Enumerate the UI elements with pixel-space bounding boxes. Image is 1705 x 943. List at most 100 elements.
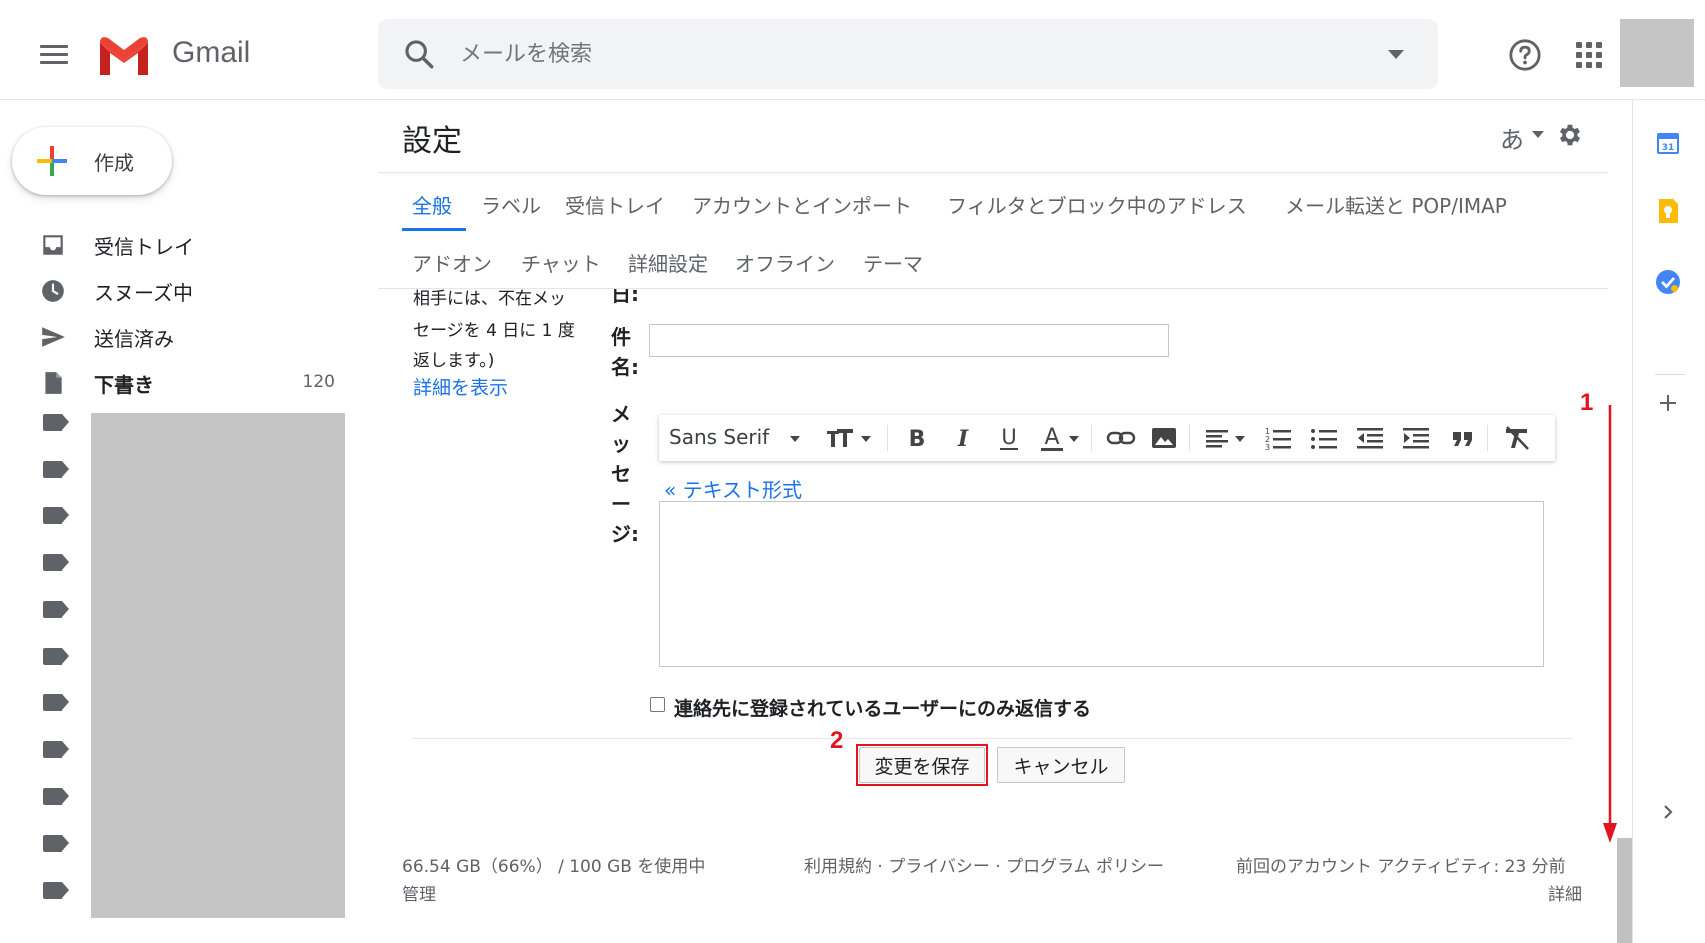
vacation-description-line: セージを 4 日に 1 度: [413, 321, 575, 341]
label-tag-icon[interactable]: [43, 694, 69, 711]
remove-formatting-icon[interactable]: [1501, 423, 1533, 453]
search-input[interactable]: [460, 35, 1340, 73]
footer-links: 利用規約 · プライバシー · プログラム ポリシー: [804, 852, 1164, 877]
label-tag-icon[interactable]: [43, 554, 69, 571]
tab-forwarding-pop-imap[interactable]: メール転送と POP/IMAP: [1285, 190, 1507, 219]
expand-panel-chevron-right-icon[interactable]: [1653, 797, 1683, 827]
label-tag-icon[interactable]: [43, 741, 69, 758]
sidebar-item-label: 受信トレイ: [94, 235, 194, 259]
search-bar: [378, 19, 1438, 89]
sidebar-item-sent[interactable]: 送信済み: [0, 314, 345, 358]
indent-less-icon[interactable]: [1355, 423, 1385, 453]
activity-details-link[interactable]: 詳細: [1548, 880, 1582, 905]
align-icon[interactable]: [1204, 423, 1250, 453]
tab-addons[interactable]: アドオン: [412, 248, 492, 277]
tab-inbox[interactable]: 受信トレイ: [565, 190, 665, 219]
tab-general[interactable]: 全般: [412, 190, 452, 219]
font-size-icon[interactable]: [825, 423, 875, 453]
vacation-description-line: 返します。): [413, 351, 495, 371]
font-family-select[interactable]: Sans Serif: [669, 425, 800, 449]
top-header: Gmail: [0, 0, 1705, 100]
google-apps-grid-icon[interactable]: [1576, 42, 1602, 68]
label-tag-icon[interactable]: [43, 882, 69, 899]
bulleted-list-icon[interactable]: [1309, 423, 1339, 453]
scrollbar-thumb[interactable]: [1617, 838, 1633, 943]
svg-text:31: 31: [1662, 143, 1675, 153]
label-tag-icon[interactable]: [43, 507, 69, 524]
active-tab-indicator: [402, 228, 466, 231]
inbox-icon: [43, 235, 63, 255]
manage-storage-link[interactable]: 管理: [402, 880, 436, 905]
terms-link[interactable]: 利用規約: [804, 857, 872, 877]
search-icon[interactable]: [402, 37, 436, 71]
sidebar-item-label: 下書き: [94, 373, 154, 397]
svg-text:B: B: [909, 427, 926, 452]
sidebar-item-snoozed[interactable]: スヌーズ中: [0, 268, 345, 312]
subject-input[interactable]: [649, 324, 1169, 357]
page-title: 設定: [402, 124, 462, 159]
link-icon[interactable]: [1105, 423, 1137, 453]
help-icon[interactable]: [1508, 38, 1542, 72]
subject-label: 件名:: [611, 325, 639, 379]
tab-accounts-import[interactable]: アカウントとインポート: [692, 190, 912, 219]
italic-icon[interactable]: I: [949, 423, 977, 453]
last-account-activity-text: 前回のアカウント アクティビティ: 23 分前: [1236, 857, 1566, 877]
footer-separator: ·: [995, 857, 1001, 877]
drafts-count-badge: 120: [302, 372, 335, 392]
tab-advanced[interactable]: 詳細設定: [628, 248, 708, 277]
input-tools-button[interactable]: あ: [1500, 120, 1524, 155]
tab-chat[interactable]: チャット: [521, 248, 601, 277]
label-tag-icon[interactable]: [43, 788, 69, 805]
plain-text-mode-link[interactable]: « テキスト形式: [664, 474, 802, 503]
privacy-link[interactable]: プライバシー: [888, 857, 990, 877]
toolbar-divider: [887, 425, 888, 451]
tab-themes[interactable]: テーマ: [863, 248, 923, 277]
program-policy-link[interactable]: プログラム ポリシー: [1006, 857, 1164, 877]
main-menu-icon[interactable]: [40, 45, 68, 65]
redacted-labels-area: [91, 413, 345, 918]
side-panel: 31: [1632, 100, 1705, 943]
tab-labels[interactable]: ラベル: [481, 190, 541, 219]
formatting-toolbar: Sans Serif B I U A 1 2 3: [659, 415, 1555, 461]
svg-text:A: A: [1044, 425, 1059, 450]
insert-image-icon[interactable]: [1149, 423, 1179, 453]
quote-icon[interactable]: [1449, 423, 1477, 453]
contacts-only-checkbox[interactable]: [650, 697, 665, 712]
gmail-wordmark: Gmail: [172, 36, 251, 69]
chevron-down-icon[interactable]: [1532, 131, 1544, 138]
calendar-icon[interactable]: 31: [1653, 128, 1683, 158]
svg-text:3: 3: [1265, 443, 1270, 452]
label-tag-icon[interactable]: [43, 414, 69, 431]
tasks-icon[interactable]: [1653, 267, 1683, 297]
bold-icon[interactable]: B: [903, 423, 931, 453]
cancel-button[interactable]: キャンセル: [997, 747, 1125, 783]
label-tag-icon[interactable]: [43, 648, 69, 665]
add-addon-plus-icon[interactable]: [1653, 388, 1683, 418]
underline-icon[interactable]: U: [995, 423, 1023, 453]
compose-button[interactable]: 作成: [12, 127, 172, 195]
sidebar-item-drafts[interactable]: 下書き 120: [0, 360, 345, 404]
label-tag-icon[interactable]: [43, 461, 69, 478]
label-tag-icon[interactable]: [43, 835, 69, 852]
gear-icon[interactable]: [1556, 121, 1584, 149]
font-name-label: Sans Serif: [669, 425, 770, 449]
search-options-chevron-down-icon[interactable]: [1388, 50, 1404, 59]
toolbar-divider: [1091, 425, 1092, 451]
numbered-list-icon[interactable]: 1 2 3: [1263, 423, 1293, 453]
save-changes-button[interactable]: 変更を保存: [859, 747, 985, 783]
tab-filters-blocked[interactable]: フィルタとブロック中のアドレス: [947, 190, 1247, 219]
gmail-logo-icon[interactable]: [96, 35, 152, 75]
toolbar-divider: [1189, 425, 1190, 451]
contacts-only-label: 連絡先に登録されているユーザーにのみ返信する: [674, 698, 1092, 720]
label-tag-icon[interactable]: [43, 601, 69, 618]
text-color-icon[interactable]: A: [1039, 423, 1083, 453]
indent-more-icon[interactable]: [1401, 423, 1431, 453]
show-details-link[interactable]: 詳細を表示: [413, 373, 508, 400]
keep-icon[interactable]: [1653, 196, 1683, 226]
sidebar-item-inbox[interactable]: 受信トレイ: [0, 222, 345, 266]
tab-offline[interactable]: オフライン: [735, 248, 835, 277]
form-divider: [413, 738, 1573, 739]
account-avatar[interactable]: [1620, 19, 1694, 87]
message-body-editor[interactable]: [659, 501, 1544, 667]
clock-icon: [42, 280, 64, 302]
